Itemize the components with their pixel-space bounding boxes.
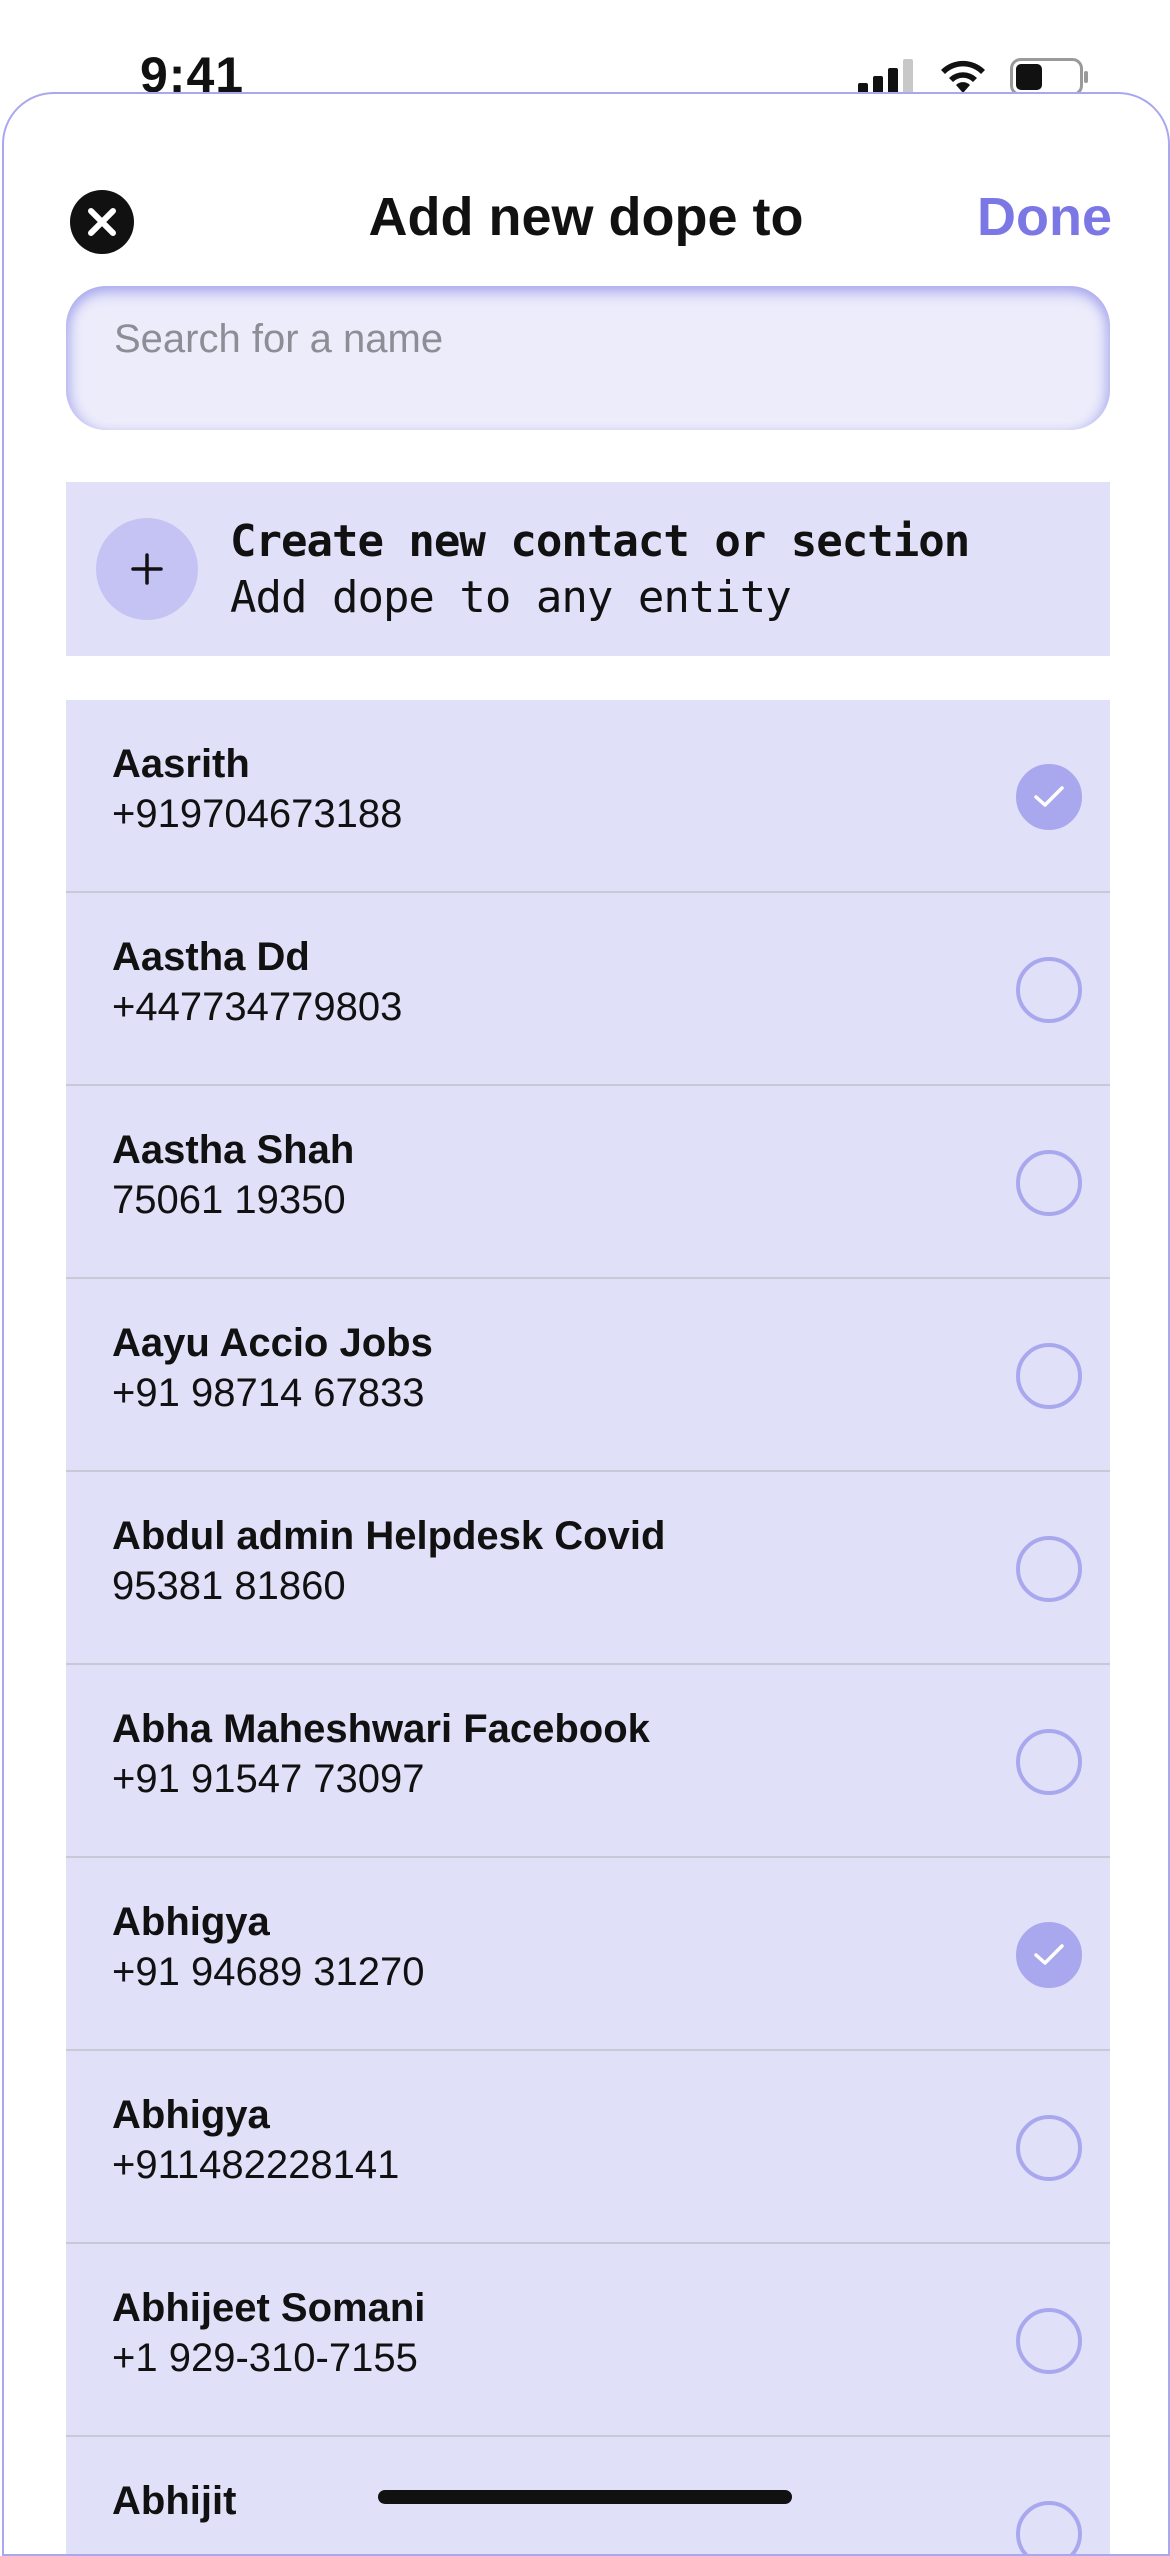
- checkmark-icon: [1034, 786, 1064, 807]
- contact-phone: +91 91547 73097: [112, 1757, 425, 1801]
- done-button[interactable]: Done: [977, 186, 1112, 248]
- search-box[interactable]: [66, 286, 1110, 430]
- select-checkbox[interactable]: [1016, 1343, 1082, 1409]
- contact-row[interactable]: Abhijeet Somani +1 929-310-7155: [66, 2244, 1110, 2437]
- home-indicator: [378, 2490, 792, 2504]
- contact-name: Abhijit: [112, 2479, 237, 2523]
- contact-phone: +1 929-310-7155: [112, 2336, 418, 2380]
- contact-row[interactable]: Aastha Shah 75061 19350: [66, 1086, 1110, 1279]
- contact-name: Abhigya: [112, 1900, 270, 1944]
- checkmark-icon: [1034, 1944, 1064, 1965]
- contact-name: Aastha Shah: [112, 1128, 355, 1172]
- select-checkbox[interactable]: [1016, 957, 1082, 1023]
- select-checkbox[interactable]: [1016, 1729, 1082, 1795]
- contact-phone: 75061 19350: [112, 1178, 346, 1222]
- wifi-icon: [941, 60, 985, 93]
- contact-list: Aasrith +919704673188 Aastha Dd +4477347…: [66, 700, 1110, 2554]
- contact-phone: 95381 81860: [112, 1564, 346, 1608]
- search-input[interactable]: [112, 316, 1068, 363]
- contact-name: Aasrith: [112, 742, 250, 786]
- contact-name: Abha Maheshwari Facebook: [112, 1707, 650, 1751]
- contact-name: Abhigya: [112, 2093, 270, 2137]
- contact-name: Abdul admin Helpdesk Covid: [112, 1514, 666, 1558]
- signal-icon: [858, 59, 913, 95]
- contact-name: Abhijeet Somani: [112, 2286, 426, 2330]
- select-checkbox[interactable]: [1016, 1536, 1082, 1602]
- contact-row[interactable]: Aayu Accio Jobs +91 98714 67833: [66, 1279, 1110, 1472]
- select-checkbox[interactable]: [1016, 1150, 1082, 1216]
- contact-row[interactable]: Abdul admin Helpdesk Covid 95381 81860: [66, 1472, 1110, 1665]
- contact-row[interactable]: Abha Maheshwari Facebook +91 91547 73097: [66, 1665, 1110, 1858]
- create-contact-card[interactable]: Create new contact or section Add dope t…: [66, 482, 1110, 656]
- contact-row[interactable]: Aastha Dd +447734779803: [66, 893, 1110, 1086]
- contact-phone: +911482228141: [112, 2143, 400, 2187]
- contact-phone: +447734779803: [112, 985, 403, 1029]
- plus-button[interactable]: [96, 518, 198, 620]
- create-title: Create new contact or section: [230, 516, 970, 567]
- contact-phone: +919704673188: [112, 792, 403, 836]
- sheet-header: Add new dope to Done: [4, 94, 1168, 254]
- select-checkbox[interactable]: [1016, 2501, 1082, 2554]
- contact-row[interactable]: Abhigya +911482228141: [66, 2051, 1110, 2244]
- contact-row[interactable]: Aasrith +919704673188: [66, 700, 1110, 893]
- add-dope-sheet: Add new dope to Done Create new contact …: [2, 92, 1170, 2556]
- select-checkbox[interactable]: [1016, 2115, 1082, 2181]
- contact-phone: +91 94689 31270: [112, 1950, 425, 1994]
- contact-name: Aayu Accio Jobs: [112, 1321, 433, 1365]
- select-checkbox[interactable]: [1016, 1922, 1082, 1988]
- create-subtitle: Add dope to any entity: [230, 572, 792, 623]
- contact-phone: +91 98714 67833: [112, 1371, 425, 1415]
- select-checkbox[interactable]: [1016, 2308, 1082, 2374]
- status-icons: [858, 58, 1090, 96]
- battery-icon: [1010, 58, 1088, 96]
- plus-icon: [131, 553, 163, 585]
- select-checkbox[interactable]: [1016, 764, 1082, 830]
- contact-row[interactable]: Abhigya +91 94689 31270: [66, 1858, 1110, 2051]
- contact-name: Aastha Dd: [112, 935, 310, 979]
